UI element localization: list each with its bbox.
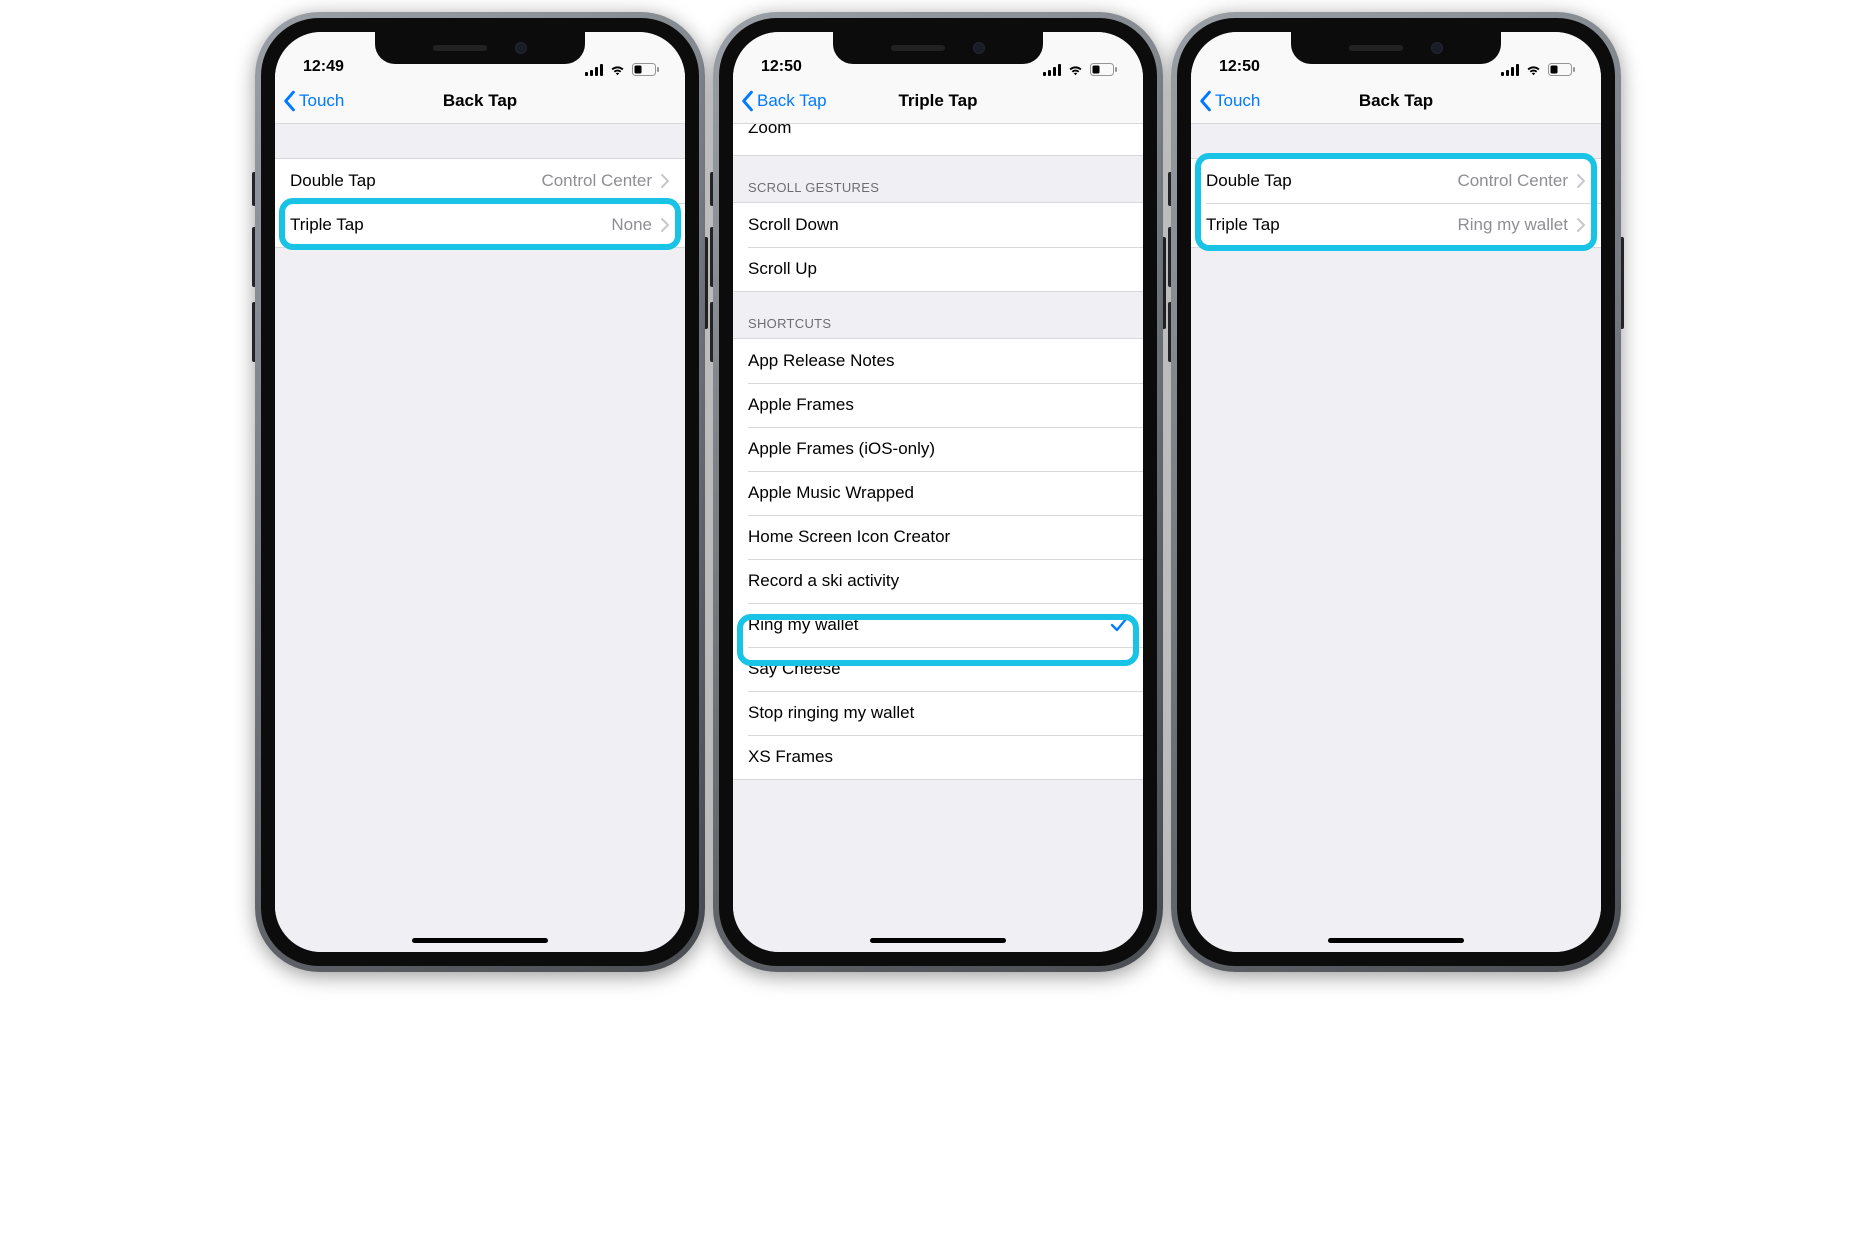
content[interactable]: Zoom Scroll Gestures Scroll Down Scroll … — [733, 124, 1143, 952]
nav-bar: Touch Back Tap — [1191, 78, 1601, 124]
checkmark-icon — [1110, 617, 1128, 633]
battery-icon — [1090, 63, 1117, 76]
row-value: Ring my wallet — [1457, 215, 1568, 235]
list-item[interactable]: Scroll Up — [733, 247, 1143, 291]
partial-row-zoom[interactable]: Zoom — [733, 124, 1143, 156]
battery-icon — [1548, 63, 1575, 76]
section-header-shortcuts: Shortcuts — [733, 292, 1143, 338]
back-button[interactable]: Touch — [275, 90, 344, 112]
chevron-left-icon — [281, 90, 297, 112]
nav-title: Back Tap — [1359, 91, 1433, 111]
cellular-icon — [585, 64, 603, 76]
notch — [375, 32, 585, 64]
status-time: 12:49 — [303, 58, 344, 76]
battery-icon — [632, 63, 659, 76]
back-label: Touch — [299, 91, 344, 111]
list-item[interactable]: Home Screen Icon Creator — [733, 515, 1143, 559]
cellular-icon — [1043, 64, 1061, 76]
list-item[interactable]: Scroll Down — [733, 203, 1143, 247]
chevron-right-icon — [660, 217, 670, 233]
wifi-icon — [1525, 64, 1542, 76]
home-indicator[interactable] — [1328, 938, 1464, 943]
home-indicator[interactable] — [870, 938, 1006, 943]
chevron-right-icon — [1576, 217, 1586, 233]
triple-tap-row[interactable]: Triple Tap Ring my wallet — [1191, 203, 1601, 247]
row-value: Control Center — [1457, 171, 1568, 191]
row-label: Double Tap — [290, 171, 376, 191]
row-label: Triple Tap — [290, 215, 364, 235]
chevron-left-icon — [1197, 90, 1213, 112]
content: Double Tap Control Center Triple Tap Non… — [275, 124, 685, 952]
row-value: None — [611, 215, 652, 235]
double-tap-row[interactable]: Double Tap Control Center — [275, 159, 685, 203]
list-item[interactable]: Stop ringing my wallet — [733, 691, 1143, 735]
phone-1: 12:49 Touch Back Tap Double Tap — [255, 12, 705, 972]
nav-bar: Touch Back Tap — [275, 78, 685, 124]
double-tap-row[interactable]: Double Tap Control Center — [1191, 159, 1601, 203]
chevron-right-icon — [660, 173, 670, 189]
wifi-icon — [609, 64, 626, 76]
list-item[interactable]: Record a ski activity — [733, 559, 1143, 603]
back-button[interactable]: Touch — [1191, 90, 1260, 112]
wifi-icon — [1067, 64, 1084, 76]
notch — [833, 32, 1043, 64]
back-button[interactable]: Back Tap — [733, 90, 827, 112]
status-time: 12:50 — [1219, 58, 1260, 76]
row-label: Triple Tap — [1206, 215, 1280, 235]
nav-bar: Back Tap Triple Tap — [733, 78, 1143, 124]
list-item[interactable]: XS Frames — [733, 735, 1143, 779]
nav-title: Triple Tap — [898, 91, 977, 111]
row-value: Control Center — [541, 171, 652, 191]
content: Double Tap Control Center Triple Tap Rin… — [1191, 124, 1601, 952]
phone-2: 12:50 Back Tap Triple Tap Zoom Scroll Ge… — [713, 12, 1163, 972]
triple-tap-row[interactable]: Triple Tap None — [275, 203, 685, 247]
ring-my-wallet-row[interactable]: Ring my wallet — [733, 603, 1143, 647]
status-time: 12:50 — [761, 58, 802, 76]
chevron-left-icon — [739, 90, 755, 112]
back-label: Back Tap — [757, 91, 827, 111]
section-header-scroll-gestures: Scroll Gestures — [733, 156, 1143, 202]
home-indicator[interactable] — [412, 938, 548, 943]
back-label: Touch — [1215, 91, 1260, 111]
list-item[interactable]: Apple Frames — [733, 383, 1143, 427]
phone-3: 12:50 Touch Back Tap Double Tap — [1171, 12, 1621, 972]
list-item[interactable]: Say Cheese — [733, 647, 1143, 691]
cellular-icon — [1501, 64, 1519, 76]
row-label: Double Tap — [1206, 171, 1292, 191]
list-item[interactable]: Apple Music Wrapped — [733, 471, 1143, 515]
chevron-right-icon — [1576, 173, 1586, 189]
list-item[interactable]: App Release Notes — [733, 339, 1143, 383]
notch — [1291, 32, 1501, 64]
nav-title: Back Tap — [443, 91, 517, 111]
list-item[interactable]: Apple Frames (iOS-only) — [733, 427, 1143, 471]
